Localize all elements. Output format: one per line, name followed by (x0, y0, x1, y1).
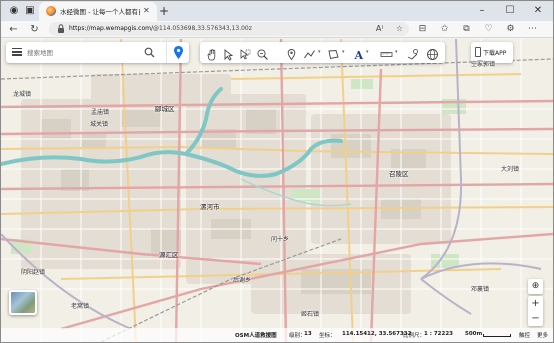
measure-ruler-icon[interactable] (380, 46, 393, 59)
measure-caret-icon[interactable]: ▾ (395, 49, 398, 55)
touch-mode-toggle[interactable]: 触控 (519, 331, 530, 339)
place-label[interactable]: 后谢乡 (233, 275, 251, 284)
more-link[interactable]: 更多 (537, 331, 548, 339)
new-tab-button[interactable]: + (159, 4, 169, 18)
district-label[interactable]: 郾城区 (155, 103, 175, 113)
url-action-icons: A⁾ ☆ (376, 24, 403, 33)
title-bar: ◉ ▣ 水经微图 - 让每一个人都有自己... ✕ + – ☐ ✕ (1, 1, 553, 21)
collections-icon[interactable]: ⧉ (460, 23, 473, 36)
place-label[interactable]: 邓襄镇 (471, 284, 489, 293)
map-base-layer (1, 39, 553, 342)
maximize-icon[interactable]: ☐ (503, 4, 517, 18)
svg-text:A: A (354, 49, 364, 61)
place-label[interactable]: 龙城镇 (13, 89, 31, 98)
split-screen-icon[interactable]: ⊟ (416, 23, 429, 36)
zoom-level-value: 13 (304, 331, 312, 337)
layers-settings-icon[interactable] (406, 46, 419, 60)
place-label[interactable]: 阴阳赵镇 (21, 267, 45, 276)
zoom-out-button[interactable]: − (528, 311, 543, 326)
box-select-icon[interactable] (239, 46, 252, 60)
place-label[interactable]: 大刘镇 (501, 164, 519, 173)
place-label[interactable]: 城关镇 (90, 119, 108, 128)
map-search-box (6, 42, 189, 63)
close-window-icon[interactable]: ✕ (531, 4, 545, 18)
text-tool-icon[interactable]: A (352, 46, 365, 62)
scale-bar (483, 334, 511, 337)
favorite-star-icon[interactable]: ☆ (396, 24, 403, 33)
pan-hand-icon[interactable] (205, 46, 218, 61)
tab-title: 水经微图 - 让每一个人都有自己... (60, 8, 140, 16)
site-favicon-icon (46, 6, 56, 16)
scale-label: 比例尺： (403, 333, 426, 339)
line-tool-caret-icon[interactable]: ▾ (318, 49, 321, 55)
address-bar-row: ← ↻ https://map.wemapgis.com/@114.053698… (1, 21, 553, 38)
tab-actions-icon[interactable]: ▣ (23, 4, 37, 18)
basemap-source-label[interactable]: OSM人道救援图 (235, 331, 277, 339)
search-icon[interactable] (144, 47, 155, 58)
map-toolbar: ▾ ▾ A ▾ ▾ (200, 42, 445, 63)
map-status-bar: OSM人道救援图 级别： 13 坐标： 114.15412, 33.567332… (1, 328, 553, 342)
polygon-tool-caret-icon[interactable]: ▾ (342, 49, 345, 55)
browser-tab[interactable]: 水经微图 - 让每一个人都有自己... ✕ (39, 2, 157, 21)
district-label[interactable]: 漯河市 (200, 201, 220, 211)
profile-icon[interactable]: ◉ (7, 4, 21, 18)
window-controls: – ☐ ✕ (463, 1, 553, 21)
coordinate-value: 114.15412, 33.567332 (342, 331, 412, 337)
marker-tool-icon[interactable] (285, 46, 298, 61)
zoom-area-icon[interactable] (256, 46, 269, 60)
search-input[interactable] (27, 46, 137, 59)
basemap-switcher-thumbnail[interactable] (9, 290, 37, 315)
zoom-control: + − (528, 296, 543, 326)
select-arrow-icon[interactable] (222, 46, 235, 61)
globe-icon[interactable] (426, 46, 439, 60)
favorites-icon[interactable]: ✩ (438, 23, 451, 36)
polygon-tool-icon[interactable] (327, 46, 340, 60)
zoom-in-button[interactable]: + (528, 296, 543, 311)
location-pin-button[interactable] (166, 42, 189, 63)
back-icon[interactable]: ← (7, 23, 20, 36)
menu-icon[interactable] (12, 48, 22, 56)
browser-window: ◉ ▣ 水经微图 - 让每一个人都有自己... ✕ + – ☐ ✕ ← ↻ ht… (0, 0, 554, 343)
line-tool-icon[interactable] (303, 46, 316, 59)
location-pin-icon (174, 46, 183, 59)
browser-essentials-icon[interactable]: ♡ (482, 23, 495, 36)
lock-icon (58, 24, 64, 33)
place-label[interactable]: 孟庙镇 (91, 107, 109, 116)
place-label[interactable]: 空冢郭镇 (471, 59, 495, 68)
more-menu-icon[interactable]: ⋯ (526, 23, 539, 36)
locate-me-icon[interactable]: ⊕ (528, 279, 543, 294)
phone-icon (475, 47, 481, 57)
url-text: https://map.wemapgis.com/@114.053698,33.… (69, 25, 252, 32)
text-tool-caret-icon[interactable]: ▾ (366, 49, 369, 55)
address-bar[interactable]: https://map.wemapgis.com/@114.053698,33.… (49, 22, 409, 36)
district-label[interactable]: 源汇区 (159, 249, 179, 259)
tab-close-icon[interactable]: ✕ (143, 6, 150, 15)
extensions-icon[interactable]: ⚙ (504, 23, 517, 36)
read-aloud-icon[interactable]: A⁾ (376, 24, 383, 33)
place-label[interactable]: 问十乡 (271, 234, 289, 243)
reload-icon[interactable]: ↻ (28, 23, 41, 36)
place-label[interactable]: 老窝镇 (71, 301, 89, 310)
scale-bar-label: 500m (465, 331, 483, 337)
minimize-icon[interactable]: – (475, 4, 489, 18)
scale-value: 1 : 72223 (424, 331, 453, 337)
coordinate-label: 坐标： (319, 333, 336, 339)
place-label[interactable]: 姬石镇 (301, 309, 319, 318)
map-canvas[interactable]: ▾ ▾ A ▾ ▾ 下载APP 郾城区 召陵区 (1, 39, 553, 342)
district-label[interactable]: 召陵区 (389, 168, 409, 178)
